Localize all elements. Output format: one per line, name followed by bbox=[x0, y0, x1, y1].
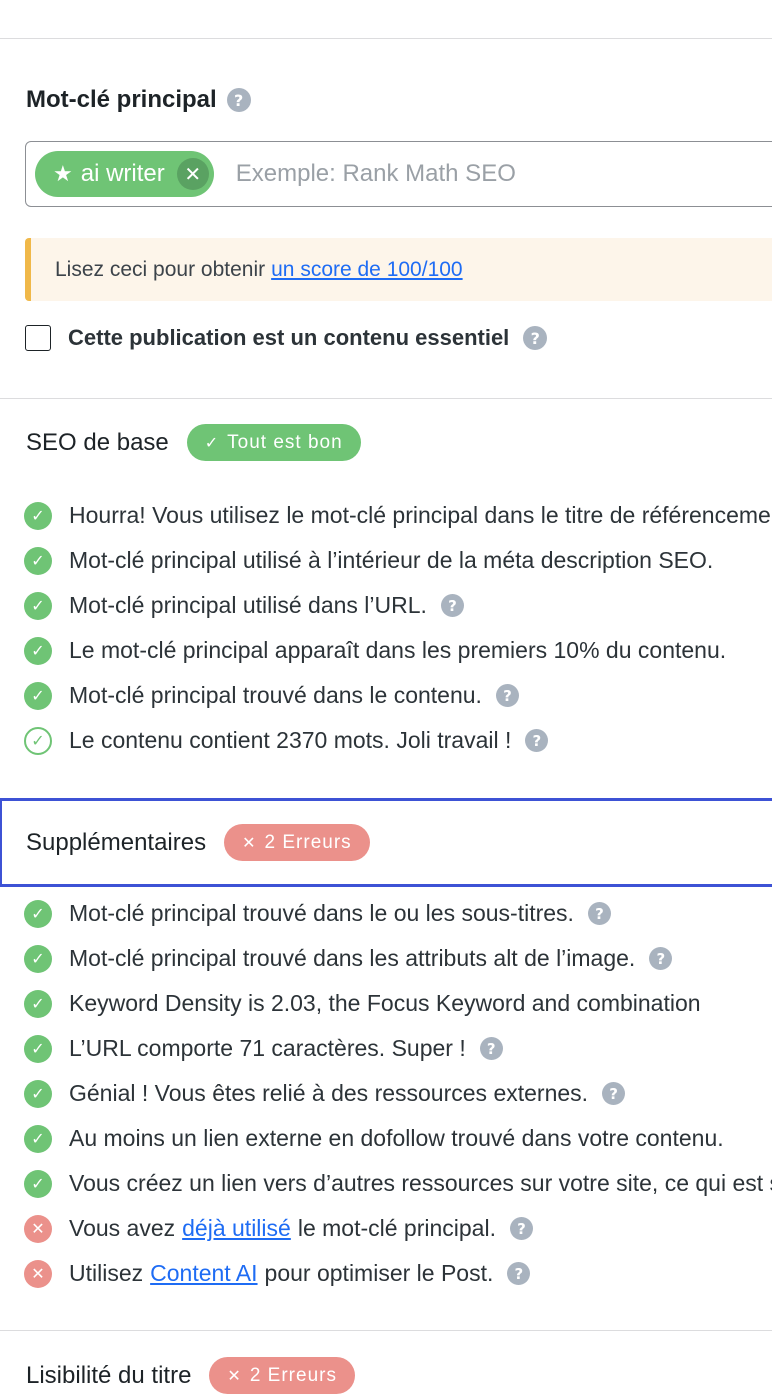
help-icon[interactable]: ? bbox=[509, 1217, 533, 1240]
success-outline-icon: ✓ bbox=[24, 726, 52, 755]
help-icon[interactable]: ? bbox=[525, 729, 549, 752]
check-item: ✓ Mot-clé principal trouvé dans le ou les… bbox=[24, 891, 772, 936]
check-text: Mot-clé principal utilisé à l’intérieur … bbox=[69, 547, 714, 573]
score-guide-link[interactable]: un score de 100/100 bbox=[271, 258, 462, 282]
cross-icon: ✕ bbox=[242, 833, 257, 852]
section-divider bbox=[0, 398, 772, 399]
error-badge: ✕ 2 Erreurs bbox=[209, 1357, 355, 1394]
already-used-link[interactable]: déjà utilisé bbox=[182, 1215, 291, 1242]
remove-tag-icon[interactable]: ✕ bbox=[176, 158, 209, 190]
success-icon: ✓ bbox=[24, 591, 52, 620]
top-divider bbox=[0, 38, 772, 39]
help-icon[interactable]: ? bbox=[587, 902, 611, 925]
section-divider bbox=[0, 1330, 772, 1331]
check-text: Mot-clé principal trouvé dans le contenu… bbox=[69, 682, 482, 708]
help-icon[interactable]: ? bbox=[226, 88, 251, 112]
check-item: ✓ Mot-clé principal trouvé dans le conten… bbox=[24, 673, 772, 718]
success-icon: ✓ bbox=[24, 1034, 52, 1063]
check-text: Vous avez bbox=[69, 1215, 176, 1241]
error-icon: ✕ bbox=[24, 1214, 52, 1243]
error-badge-label: 2 Erreurs bbox=[264, 831, 352, 853]
help-icon[interactable]: ? bbox=[507, 1262, 531, 1285]
notice-text: Lisez ceci pour obtenir bbox=[55, 257, 266, 281]
help-icon[interactable]: ? bbox=[440, 594, 464, 617]
pillar-content-option[interactable]: Cette publication est un contenu essenti… bbox=[25, 325, 548, 351]
keyword-tag[interactable]: ★ ai writer ✕ bbox=[35, 151, 214, 197]
additional-header[interactable]: Supplémentaires ✕ 2 Erreurs bbox=[26, 824, 370, 861]
success-icon: ✓ bbox=[24, 1124, 52, 1153]
check-text: Mot-clé principal utilisé dans l’URL. bbox=[69, 592, 427, 618]
keyword-tag-label: ai writer bbox=[80, 160, 165, 187]
focus-keyword-title: Mot-clé principal bbox=[26, 86, 217, 113]
success-icon: ✓ bbox=[24, 1079, 52, 1108]
check-text: Au moins un lien externe en dofollow tro… bbox=[69, 1125, 724, 1151]
success-icon: ✓ bbox=[24, 546, 52, 575]
success-icon: ✓ bbox=[24, 501, 52, 530]
check-item: ✓ L’URL comporte 71 caractères. Super !? bbox=[24, 1026, 772, 1071]
check-text: Mot-clé principal trouvé dans le ou les … bbox=[69, 900, 574, 926]
success-icon: ✓ bbox=[24, 1169, 52, 1198]
help-icon[interactable]: ? bbox=[523, 326, 548, 350]
check-text: Vous créez un lien vers d’autres ressour… bbox=[69, 1170, 772, 1196]
success-icon: ✓ bbox=[24, 899, 52, 928]
success-icon: ✓ bbox=[24, 989, 52, 1018]
content-ai-link[interactable]: Content AI bbox=[150, 1260, 257, 1287]
star-icon[interactable]: ★ bbox=[53, 161, 73, 187]
error-badge-label: 2 Erreurs bbox=[249, 1364, 337, 1386]
check-item: ✓ Vous créez un lien vers d’autres ressou… bbox=[24, 1161, 772, 1206]
check-icon: ✓ bbox=[204, 433, 220, 452]
check-item: ✓ Au moins un lien externe en dofollow tr… bbox=[24, 1116, 772, 1161]
check-item: ✓ Le contenu contient 2370 mots. Joli tra… bbox=[24, 718, 772, 763]
check-item: ✕ Utilisez Content AI pour optimiser le Pos… bbox=[24, 1251, 772, 1296]
basic-seo-header[interactable]: SEO de base ✓ Tout est bon bbox=[26, 424, 361, 461]
error-badge: ✕ 2 Erreurs bbox=[224, 824, 370, 861]
pillar-content-label: Cette publication est un contenu essenti… bbox=[68, 325, 510, 350]
check-text: le mot-clé principal. bbox=[297, 1215, 496, 1241]
focus-keyword-label: Mot-clé principal ? bbox=[26, 86, 251, 114]
additional-checks: ✓ Mot-clé principal trouvé dans le ou les… bbox=[24, 891, 772, 1296]
focus-keyword-input[interactable] bbox=[233, 159, 772, 189]
check-item: ✓ Mot-clé principal utilisé à l’intérieur… bbox=[24, 538, 772, 583]
check-item: ✓ Mot-clé principal utilisé dans l’URL.? bbox=[24, 583, 772, 628]
status-badge: ✓ Tout est bon bbox=[186, 424, 361, 461]
help-icon[interactable]: ? bbox=[602, 1082, 626, 1105]
success-icon: ✓ bbox=[24, 681, 52, 710]
check-text: Utilisez bbox=[69, 1260, 144, 1286]
pillar-content-checkbox[interactable] bbox=[25, 325, 51, 351]
check-item: ✓ Le mot-clé principal apparaît dans les … bbox=[24, 628, 772, 673]
success-icon: ✓ bbox=[24, 636, 52, 665]
basic-seo-title: SEO de base bbox=[26, 428, 169, 456]
check-text: Keyword Density is 2.03, the Focus Keywo… bbox=[69, 990, 701, 1016]
check-text: Le contenu contient 2370 mots. Joli trav… bbox=[69, 727, 512, 753]
check-item: ✕ Vous avez déjà utilisé le mot-clé princip… bbox=[24, 1206, 772, 1251]
check-text: Hourra! Vous utilisez le mot-clé princip… bbox=[69, 502, 772, 528]
cross-icon: ✕ bbox=[227, 1366, 242, 1385]
check-text: Mot-clé principal trouvé dans les attrib… bbox=[69, 945, 636, 971]
check-item: ✓ Hourra! Vous utilisez le mot-clé princi… bbox=[24, 493, 772, 538]
success-icon: ✓ bbox=[24, 944, 52, 973]
check-text: L’URL comporte 71 caractères. Super ! bbox=[69, 1035, 466, 1061]
help-icon[interactable]: ? bbox=[479, 1037, 503, 1060]
help-icon[interactable]: ? bbox=[649, 947, 673, 970]
basic-seo-checks: ✓ Hourra! Vous utilisez le mot-clé princi… bbox=[24, 493, 772, 763]
check-text: Le mot-clé principal apparaît dans les p… bbox=[69, 637, 727, 663]
check-text: Génial ! Vous êtes relié à des ressource… bbox=[69, 1080, 589, 1106]
focus-keyword-field[interactable]: ★ ai writer ✕ bbox=[25, 141, 772, 207]
check-item: ✓ Mot-clé principal trouvé dans les attri… bbox=[24, 936, 772, 981]
error-icon: ✕ bbox=[24, 1259, 52, 1288]
additional-title: Supplémentaires bbox=[26, 828, 207, 856]
check-item: ✓ Génial ! Vous êtes relié à des ressourc… bbox=[24, 1071, 772, 1116]
help-icon[interactable]: ? bbox=[495, 684, 519, 707]
title-readability-header[interactable]: Lisibilité du titre ✕ 2 Erreurs bbox=[26, 1357, 355, 1394]
title-readability-title: Lisibilité du titre bbox=[26, 1361, 192, 1389]
check-text: pour optimiser le Post. bbox=[264, 1260, 494, 1286]
score-notice: Lisez ceci pour obtenir un score de 100/… bbox=[25, 238, 772, 301]
status-badge-label: Tout est bon bbox=[227, 431, 343, 453]
check-item: ✓ Keyword Density is 2.03, the Focus Keyw… bbox=[24, 981, 772, 1026]
